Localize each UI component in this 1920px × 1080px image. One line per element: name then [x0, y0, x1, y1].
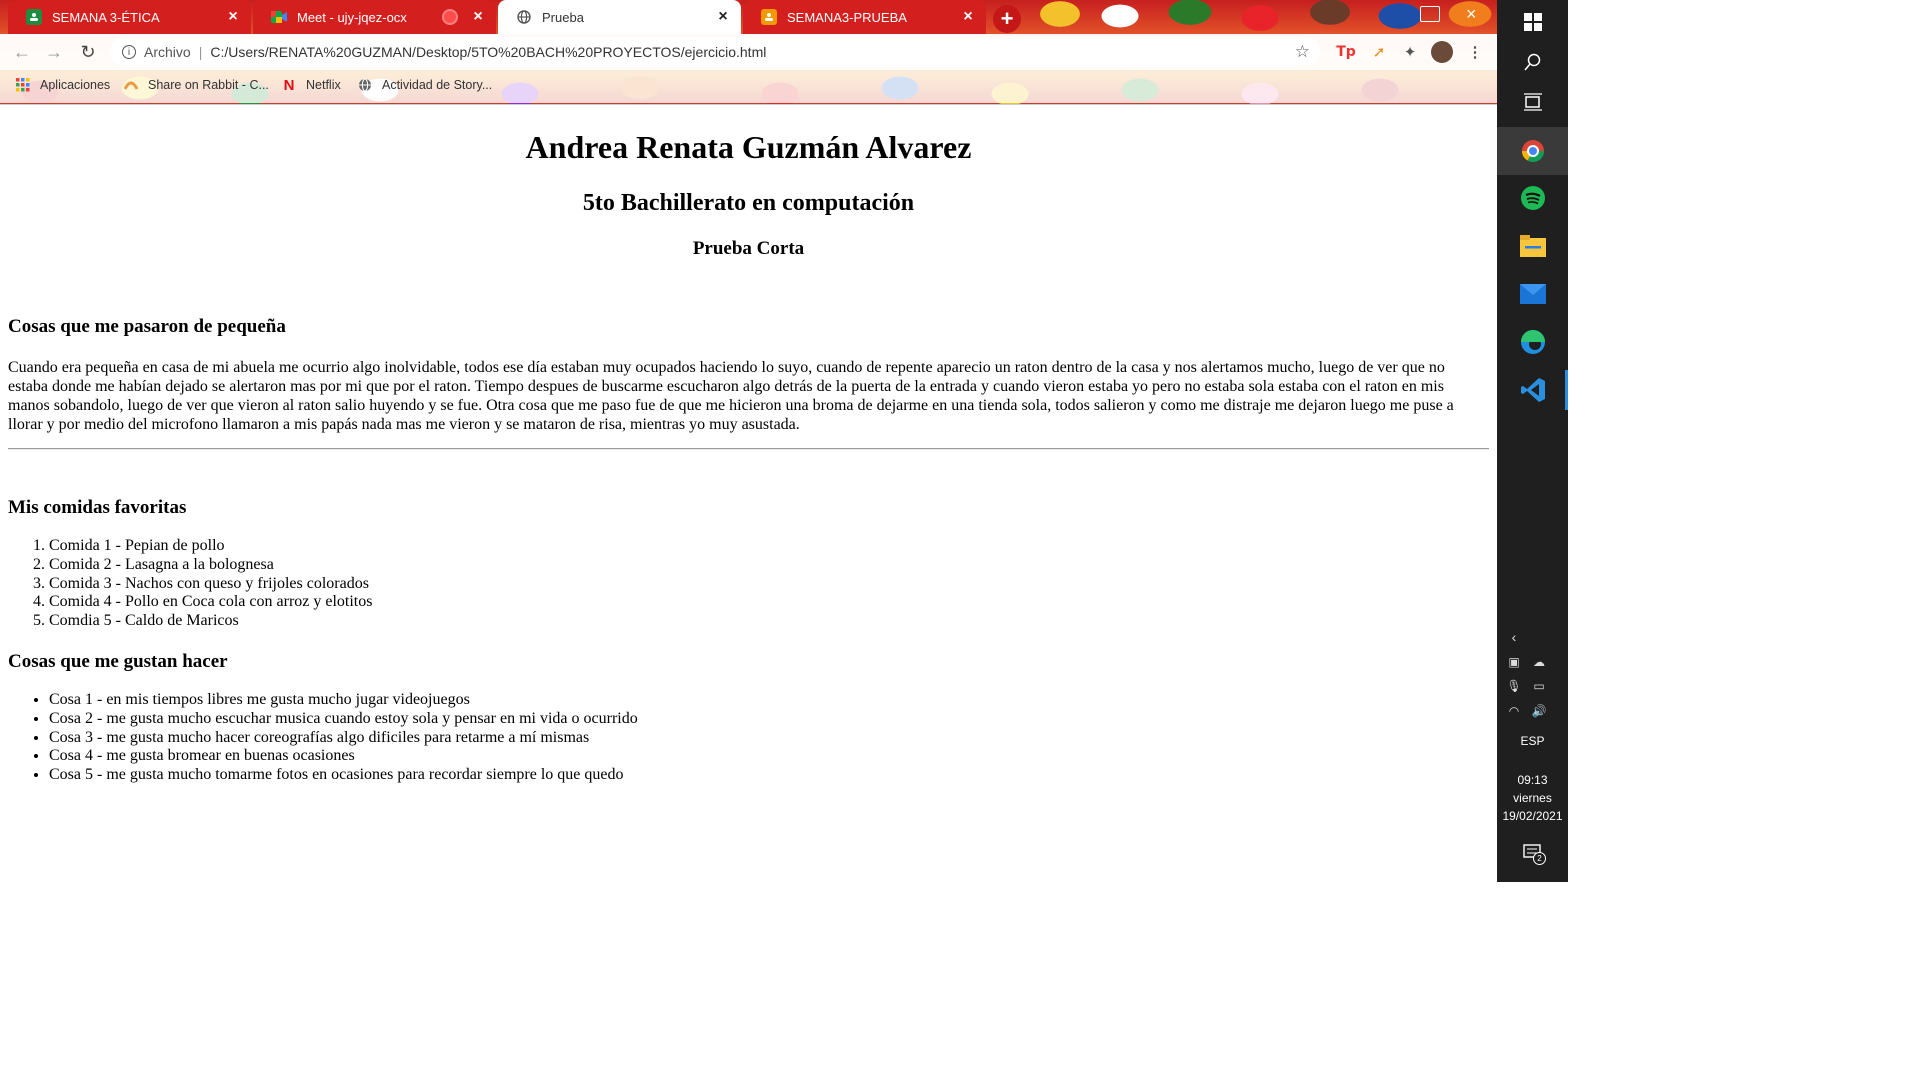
- list-item: Comida 2 - Lasagna a la bolognesa: [49, 556, 372, 575]
- list-item: Comida 3 - Nachos con queso y frijoles c…: [49, 575, 372, 594]
- restore-window-icon[interactable]: [1420, 6, 1440, 22]
- list-item: Cosa 3 - me gusta mucho hacer coreografí…: [49, 729, 638, 748]
- wifi-icon[interactable]: ◠: [1504, 703, 1524, 719]
- battery-icon[interactable]: ▭: [1529, 678, 1549, 694]
- file-explorer-icon[interactable]: [1497, 224, 1568, 268]
- onedrive-icon[interactable]: ☁: [1529, 654, 1549, 670]
- windows-taskbar: ‹ ▣ ☁ 🎙 ▭ ◠ 🔊 ESP 09:13 viernes 19/02/20…: [1497, 0, 1568, 882]
- classroom-icon: [761, 9, 777, 25]
- mail-icon[interactable]: [1497, 272, 1568, 316]
- task-view-icon[interactable]: [1497, 80, 1568, 124]
- bookmark-actividad-story[interactable]: Actividad de Story...: [358, 78, 492, 92]
- page-content: Andrea Renata Guzmán Alvarez 5to Bachill…: [0, 104, 1497, 882]
- volume-icon[interactable]: 🔊: [1529, 703, 1549, 719]
- meet-icon: [271, 9, 287, 25]
- tab-prueba[interactable]: Prueba ×: [498, 0, 741, 34]
- section-childhood-title: Cosas que me pasaron de pequeña: [8, 316, 286, 337]
- meet-tray-icon[interactable]: ▣: [1504, 654, 1524, 670]
- section-food-title: Mis comidas favoritas: [8, 497, 187, 518]
- recording-indicator-icon: [444, 11, 456, 23]
- page-title: Andrea Renata Guzmán Alvarez: [525, 129, 972, 165]
- microphone-icon[interactable]: 🎙: [1504, 678, 1524, 694]
- edge-icon[interactable]: [1497, 320, 1568, 364]
- forward-arrow-icon[interactable]: →: [44, 42, 64, 63]
- search-icon[interactable]: [1497, 40, 1568, 84]
- tab-meet[interactable]: Meet - ujy-jqez-ocx ×: [253, 0, 496, 34]
- address-separator: |: [198, 44, 203, 60]
- bookmark-label: Share on Rabbit - C...: [148, 78, 269, 92]
- horizontal-rule: [8, 448, 1489, 450]
- list-item: Cosa 1 - en mis tiempos libres me gusta …: [49, 691, 638, 710]
- browser-toolbar: ← → ↻ i Archivo | C:/Users/RENATA%20GUZM…: [0, 34, 1497, 70]
- bookmark-label: Aplicaciones: [40, 78, 111, 92]
- bookmark-label: Actividad de Story...: [382, 78, 493, 92]
- spotify-icon[interactable]: [1497, 176, 1568, 220]
- classroom-icon: [26, 9, 42, 25]
- rabbit-icon: [124, 78, 138, 92]
- info-icon[interactable]: i: [122, 45, 136, 59]
- active-app-indicator: [1565, 370, 1568, 410]
- bookmarks-bar: Aplicaciones Share on Rabbit - C... N Ne…: [0, 70, 1497, 103]
- scheme-label: Archivo: [144, 44, 191, 60]
- list-item: Cosa 4 - me gusta bromear en buenas ocas…: [49, 747, 638, 766]
- close-window-icon[interactable]: ×: [1466, 4, 1477, 25]
- notification-count-badge: 2: [1533, 852, 1546, 865]
- bookmark-star-icon[interactable]: ☆: [1295, 42, 1310, 62]
- vscode-icon[interactable]: [1497, 368, 1568, 412]
- list-item: Comida 4 - Pollo en Coca cola con arroz …: [49, 593, 372, 612]
- close-icon[interactable]: ×: [470, 8, 486, 26]
- globe-icon: [358, 78, 372, 92]
- page-subtitle: 5to Bachillerato en computación: [582, 190, 915, 216]
- netflix-icon: N: [283, 76, 295, 94]
- browser-chrome: SEMANA 3-ÉTICA × Meet - ujy-jqez-ocx × P…: [0, 0, 1497, 104]
- new-tab-button[interactable]: +: [993, 5, 1021, 33]
- extensions-puzzle-icon[interactable]: ✦: [1399, 41, 1421, 63]
- bookmark-label: Netflix: [306, 78, 341, 92]
- tab-label: SEMANA3-PRUEBA: [787, 9, 907, 25]
- section-childhood-text: Cuando era pequeña en casa de mi abuela …: [8, 359, 1454, 433]
- tab-label: SEMANA 3-ÉTICA: [52, 9, 160, 25]
- url-text: C:/Users/RENATA%20GUZMAN/Desktop/5TO%20B…: [210, 44, 767, 60]
- food-list: Comida 1 - Pepian de pollo Comida 2 - La…: [8, 537, 372, 631]
- close-icon[interactable]: ×: [715, 8, 731, 26]
- chevron-left-icon[interactable]: ‹: [1504, 629, 1524, 645]
- back-arrow-icon[interactable]: ←: [12, 42, 32, 63]
- close-icon[interactable]: ×: [960, 8, 976, 26]
- avatar[interactable]: [1431, 41, 1453, 63]
- tab-label: Prueba: [542, 9, 584, 25]
- bookmark-aplicaciones[interactable]: Aplicaciones: [16, 78, 110, 92]
- extension-arrow-icon[interactable]: ➚: [1368, 41, 1390, 63]
- tab-label: Meet - ujy-jqez-ocx: [297, 9, 407, 25]
- list-item: Comdia 5 - Caldo de Maricos: [49, 612, 372, 631]
- list-item: Cosa 5 - me gusta mucho tomarme fotos en…: [49, 766, 638, 785]
- close-icon[interactable]: ×: [225, 8, 241, 26]
- notifications-button[interactable]: 2: [1523, 844, 1546, 865]
- windows-start-icon[interactable]: [1497, 0, 1568, 44]
- globe-icon: [516, 9, 532, 25]
- section-hobbies-title: Cosas que me gustan hacer: [8, 651, 228, 672]
- chrome-taskbar-icon[interactable]: [1497, 127, 1568, 175]
- hobbies-list: Cosa 1 - en mis tiempos libres me gusta …: [8, 691, 638, 785]
- list-item: Comida 1 - Pepian de pollo: [49, 537, 372, 556]
- clock-date[interactable]: 19/02/2021: [1497, 809, 1568, 823]
- clock-time[interactable]: 09:13: [1497, 773, 1568, 787]
- menu-dots-icon[interactable]: ⋮: [1464, 41, 1486, 63]
- list-item: Cosa 2 - me gusta mucho escuchar musica …: [49, 710, 638, 729]
- extension-tp-icon[interactable]: Tp: [1335, 41, 1357, 63]
- tab-semana3-prueba[interactable]: SEMANA3-PRUEBA ×: [743, 0, 986, 34]
- bookmark-rabbit[interactable]: Share on Rabbit - C...: [124, 78, 269, 92]
- clock-day[interactable]: viernes: [1497, 791, 1568, 805]
- apps-grid-icon: [16, 78, 30, 92]
- language-indicator[interactable]: ESP: [1497, 734, 1568, 748]
- address-bar[interactable]: i Archivo | C:/Users/RENATA%20GUZMAN/Des…: [110, 37, 1320, 67]
- bookmark-netflix[interactable]: N Netflix: [282, 76, 341, 94]
- test-heading: Prueba Corta: [692, 238, 805, 259]
- tab-semana-3-etica[interactable]: SEMANA 3-ÉTICA ×: [8, 0, 251, 34]
- reload-icon[interactable]: ↻: [78, 42, 98, 63]
